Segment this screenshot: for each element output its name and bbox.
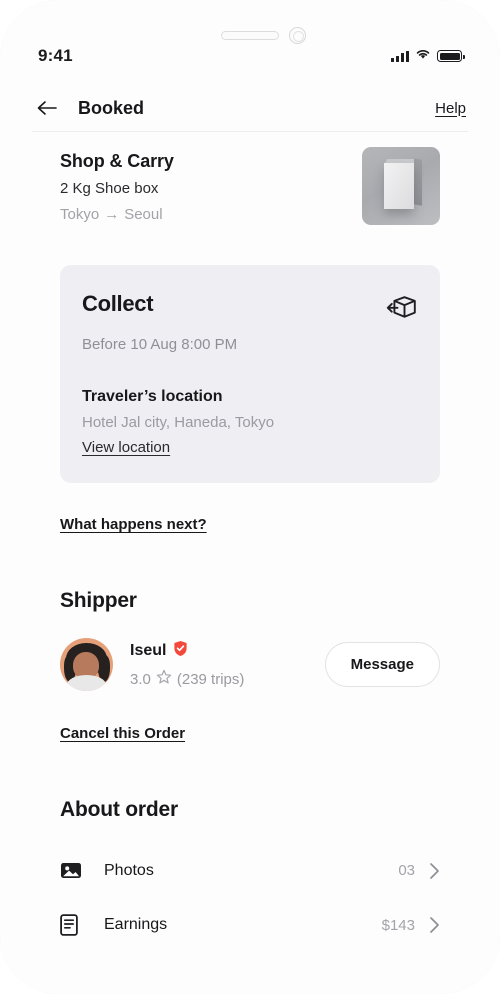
order-summary-text: Shop & Carry 2 Kg Shoe box Tokyo → Seoul: [60, 147, 362, 225]
back-arrow-icon[interactable]: [34, 95, 60, 121]
collect-deadline: Before 10 Aug 8:00 PM: [82, 336, 238, 353]
star-outline-icon: [156, 669, 172, 689]
avatar[interactable]: [60, 638, 113, 691]
trips-count: (239 trips): [176, 670, 245, 688]
collect-card: Collect Before 10 Aug 8:00 PM Traveler’s…: [60, 265, 440, 483]
nav-header: Booked Help: [0, 86, 500, 130]
order-route: Tokyo → Seoul: [60, 206, 362, 223]
shipper-name: Iseul: [130, 642, 167, 659]
what-happens-next-link[interactable]: What happens next?: [60, 516, 207, 533]
traveler-address: Hotel Jal city, Haneda, Tokyo: [82, 414, 275, 431]
photo-icon: [60, 861, 84, 880]
collect-card-header: Collect: [82, 291, 418, 326]
status-bar: 9:41: [0, 40, 500, 72]
thumbnail-box-side: [414, 158, 422, 206]
traveler-location-label: Traveler’s location: [82, 388, 223, 405]
chevron-right-icon: [429, 916, 440, 934]
order-summary: Shop & Carry 2 Kg Shoe box Tokyo → Seoul: [60, 132, 440, 225]
status-time: 9:41: [38, 46, 73, 65]
about-row-value: 03: [398, 862, 415, 879]
main-content: Shop & Carry 2 Kg Shoe box Tokyo → Seoul C…: [0, 132, 500, 953]
about-order-list: Photos 03 Earnings $143: [60, 844, 440, 953]
order-type: Shop & Carry: [60, 151, 174, 171]
view-location-link[interactable]: View location: [82, 439, 170, 456]
battery-full-icon: [437, 50, 465, 62]
about-row-earnings[interactable]: Earnings $143: [60, 897, 440, 953]
cellular-signal-icon: [391, 50, 409, 62]
collect-title: Collect: [82, 291, 154, 316]
verified-shield-icon: [173, 640, 188, 662]
shipper-row: Iseul 3.0 (239 trips) Message: [60, 638, 440, 691]
shipper-info: Iseul 3.0 (239 trips): [130, 640, 244, 689]
help-link[interactable]: Help: [435, 100, 466, 117]
rating-value: 3.0: [130, 670, 151, 688]
shipper-rating-line: 3.0 (239 trips): [130, 669, 244, 689]
about-order-title: About order: [60, 798, 178, 821]
chevron-right-icon: [429, 862, 440, 880]
thumbnail-box-face: [384, 163, 414, 209]
wifi-icon: [415, 47, 431, 65]
status-icons: [391, 47, 465, 65]
about-row-photos[interactable]: Photos 03: [60, 844, 440, 897]
route-origin: Tokyo: [60, 206, 100, 223]
order-thumbnail[interactable]: [362, 147, 440, 225]
speaker-slot: [221, 31, 279, 40]
order-weight: 2 Kg Shoe box: [60, 180, 159, 197]
about-row-value: $143: [381, 916, 415, 934]
page-title: Booked: [78, 97, 145, 118]
front-camera-icon: [289, 27, 306, 44]
app-screen: 9:41 Booked Help Shop & Carry 2 Kg Shoe …: [0, 0, 500, 994]
phone-frame: 9:41 Booked Help Shop & Carry 2 Kg Shoe …: [0, 0, 500, 994]
package-pickup-icon: [386, 294, 418, 326]
cancel-order-link[interactable]: Cancel this Order: [60, 725, 185, 742]
about-row-label: Earnings: [104, 916, 168, 933]
route-arrow-icon: →: [104, 206, 120, 223]
route-destination: Seoul: [124, 206, 163, 223]
avatar-body: [67, 675, 106, 691]
about-row-label: Photos: [104, 861, 154, 879]
shipper-section-title: Shipper: [60, 589, 137, 612]
receipt-icon: [60, 914, 84, 936]
message-button[interactable]: Message: [324, 642, 440, 687]
shipper-name-line: Iseul: [130, 640, 244, 662]
